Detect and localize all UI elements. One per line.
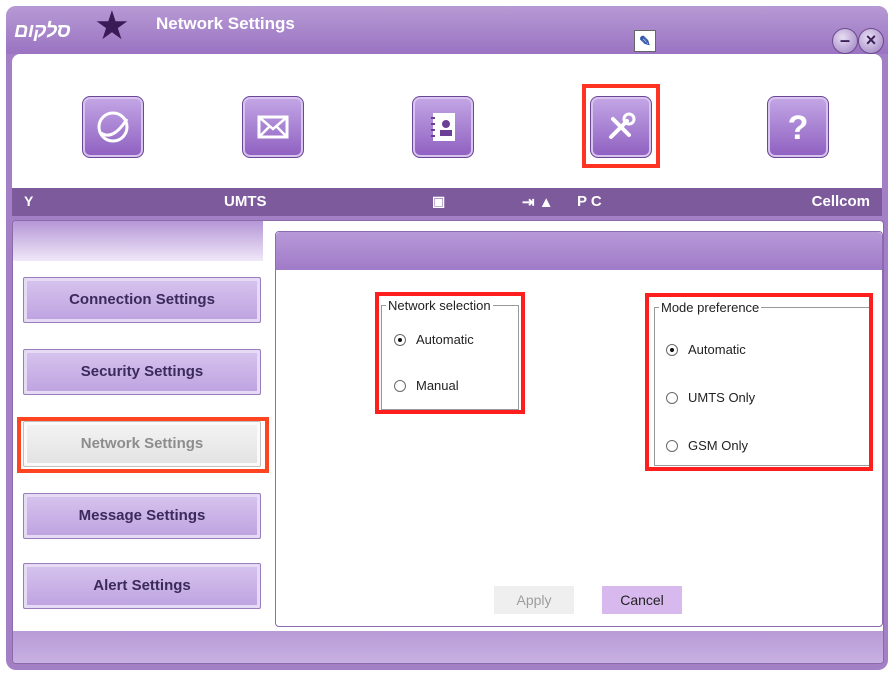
sidebar-item-connection-settings[interactable]: Connection Settings [23, 277, 261, 323]
content-area: Network selection Automatic Manual Mode … [275, 231, 883, 627]
status-bar: Y UMTS ▣ ⇥ ▲ P C Cellcom [12, 188, 882, 216]
network-manual-option[interactable]: Manual [394, 378, 459, 393]
content-header [276, 232, 882, 270]
app-window: סלקום ★ Network Settings ✎ – × ? Y UMTS … [6, 6, 888, 670]
network-selection-highlight-box [375, 292, 525, 414]
cellcom-logo: סלקום ★ [14, 6, 134, 46]
internet-icon [97, 111, 129, 143]
sidebar-item-security-settings[interactable]: Security Settings [23, 349, 261, 395]
connection-icon: ▣ [432, 193, 446, 209]
network-type: UMTS [224, 193, 267, 210]
title-bar: סלקום ★ Network Settings ✎ – × [6, 6, 888, 54]
mode-umts-only-label: UMTS Only [688, 390, 756, 405]
mode-umts-only-radio[interactable] [666, 391, 678, 404]
mode-gsm-only-option[interactable]: GSM Only [666, 438, 748, 453]
cancel-button[interactable]: Cancel [602, 586, 682, 614]
network-automatic-radio[interactable] [394, 333, 406, 346]
main-toolbar: ? [12, 54, 882, 188]
mail-button[interactable] [242, 96, 304, 158]
signal-strength-icon: Y [24, 193, 34, 209]
mode-automatic-label: Automatic [688, 342, 746, 357]
panel-footer [13, 631, 883, 663]
settings-highlight-box [582, 84, 660, 168]
mode-gsm-only-radio[interactable] [666, 439, 678, 452]
apply-button[interactable]: Apply [494, 586, 574, 614]
close-button[interactable]: × [858, 28, 884, 54]
mode-umts-only-option[interactable]: UMTS Only [666, 390, 755, 405]
pc-label: P C [577, 193, 602, 210]
minimize-button[interactable]: – [832, 28, 858, 54]
internet-button[interactable] [82, 96, 144, 158]
mode-automatic-radio[interactable] [666, 343, 678, 356]
svg-text:?: ? [788, 109, 809, 147]
contacts-icon [431, 113, 455, 141]
network-automatic-label: Automatic [416, 332, 474, 347]
window-title: Network Settings [156, 14, 295, 33]
sms-notification-icon[interactable]: ✎ [634, 30, 656, 52]
network-automatic-option[interactable]: Automatic [394, 332, 474, 347]
mail-icon [257, 115, 289, 139]
settings-panel: Connection Settings Security Settings Ne… [12, 220, 884, 664]
mode-gsm-only-label: GSM Only [688, 438, 748, 453]
pc-sync-icon: ⇥ ▲ [522, 194, 554, 211]
contacts-button[interactable] [412, 96, 474, 158]
network-manual-label: Manual [416, 378, 459, 393]
sidebar-header [13, 221, 263, 261]
mode-automatic-option[interactable]: Automatic [666, 342, 746, 357]
sidebar-item-alert-settings[interactable]: Alert Settings [23, 563, 261, 609]
operator-name: Cellcom [811, 193, 870, 210]
star-icon: ★ [94, 6, 130, 48]
help-icon: ? [788, 109, 809, 147]
logo-text: סלקום [14, 20, 71, 42]
help-button[interactable]: ? [767, 96, 829, 158]
network-manual-radio[interactable] [394, 379, 406, 392]
sidebar-item-message-settings[interactable]: Message Settings [23, 493, 261, 539]
network-settings-highlight-box [17, 417, 269, 473]
